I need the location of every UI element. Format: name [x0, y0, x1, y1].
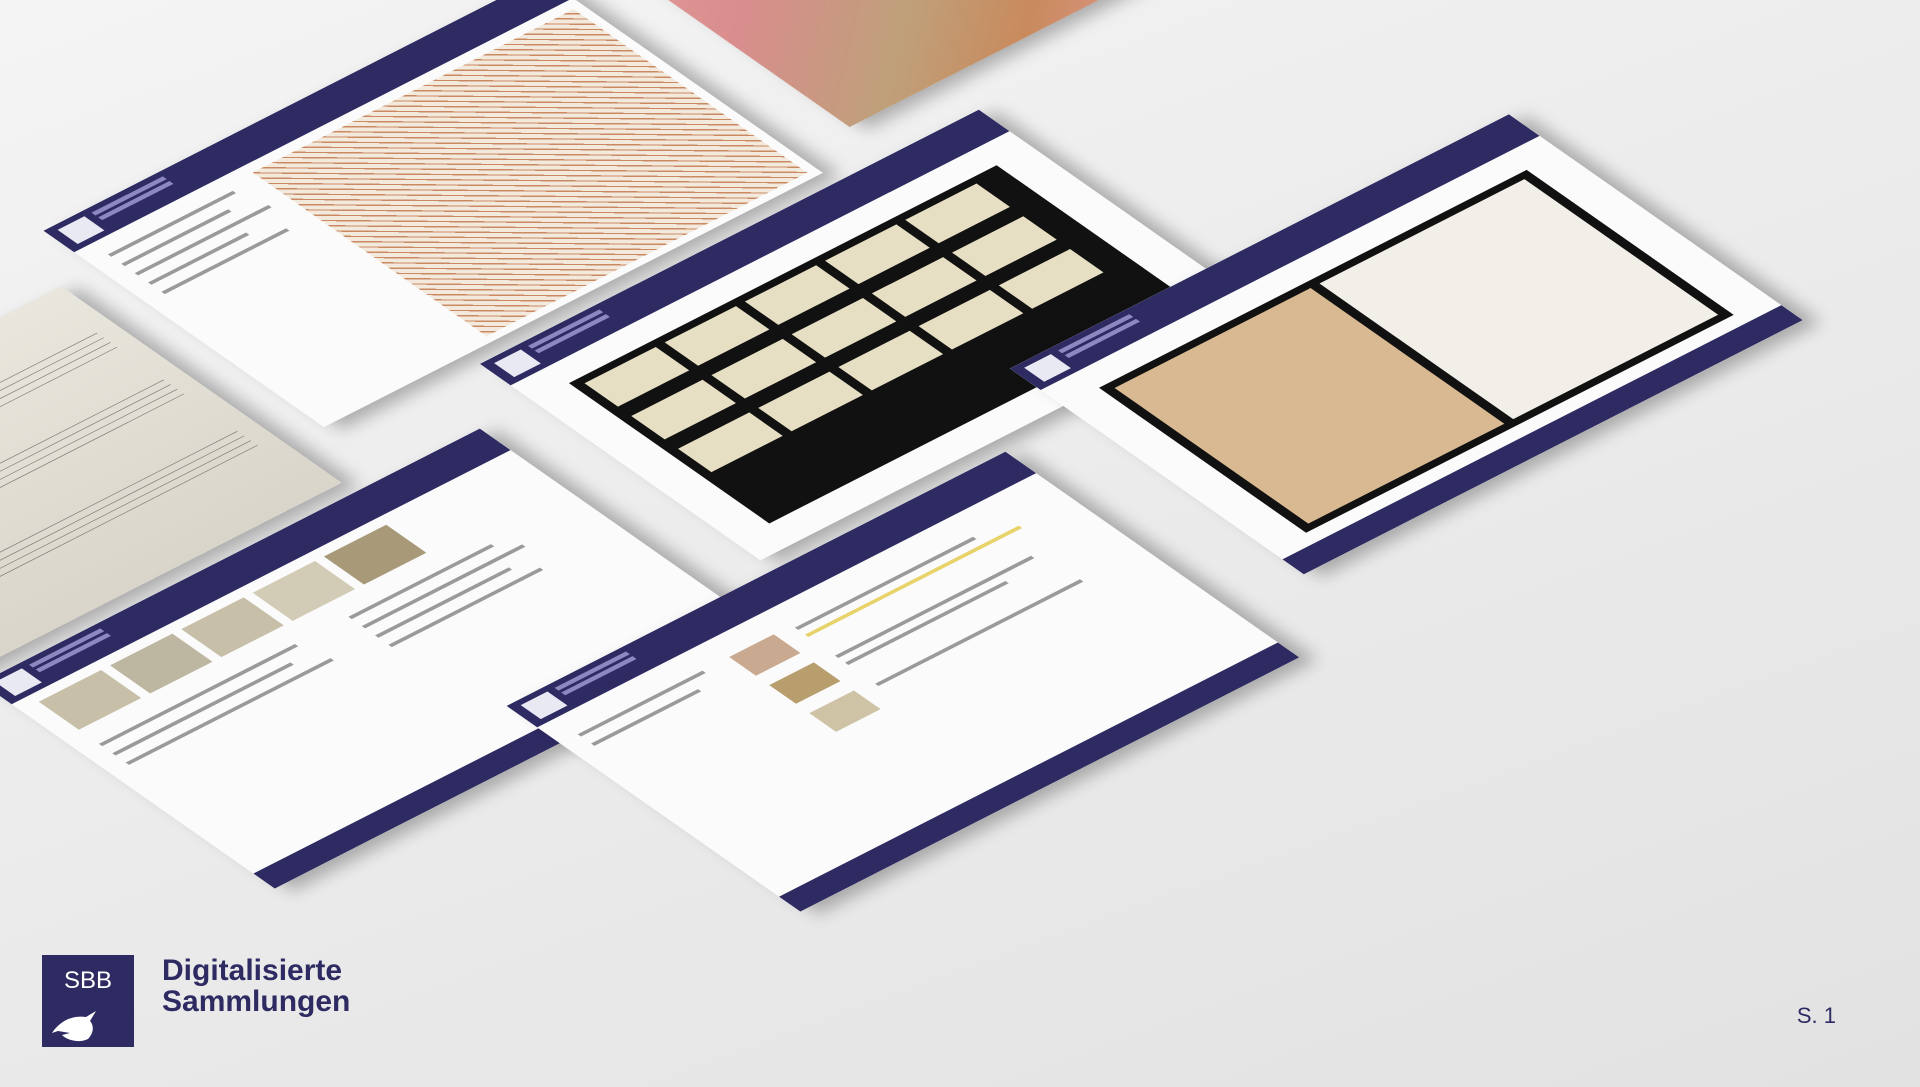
sbb-badge: SBB — [42, 955, 134, 1047]
search-results-screen — [506, 451, 1300, 912]
page-number: S. 1 — [1796, 1003, 1836, 1028]
brand-title-line2: Sammlungen — [162, 985, 351, 1018]
hero-collage — [0, 0, 1920, 1087]
brand-title-line1: Digitalisierte — [162, 954, 343, 987]
sbb-badge-text: SBB — [63, 967, 113, 994]
brand-title: Digitalisierte Sammlungen — [162, 955, 350, 1017]
viewer-screen-book — [1009, 114, 1803, 575]
eagle-icon — [52, 1011, 96, 1042]
sbb-logo: SBB Digitalisierte Sammlungen — [42, 955, 462, 1055]
